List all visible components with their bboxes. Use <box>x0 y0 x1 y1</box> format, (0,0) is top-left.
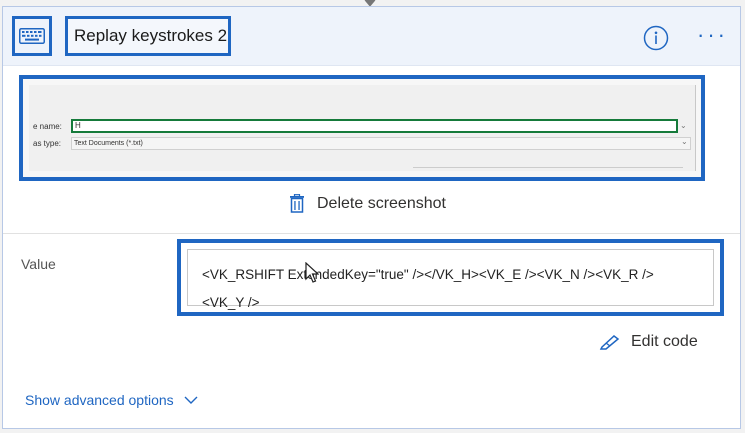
action-header: Replay keystrokes 2 ··· <box>3 7 740 66</box>
edit-code-label: Edit code <box>631 333 698 350</box>
chevron-down-icon <box>184 396 198 404</box>
value-text: <VK_RSHIFT ExtendedKey="true" /></VK_H><… <box>202 261 702 317</box>
edit-code-button[interactable]: Edit code <box>599 333 698 351</box>
trash-icon <box>290 194 304 213</box>
keyboard-icon <box>19 28 45 44</box>
value-input[interactable]: <VK_RSHIFT ExtendedKey="true" /></VK_H><… <box>187 249 714 310</box>
action-card: Replay keystrokes 2 ··· e name: H ⌄ as t… <box>2 6 741 429</box>
chevron-down-icon: ⌄ <box>681 137 688 146</box>
chevron-down-icon: ⌄ <box>680 121 687 130</box>
mouse-cursor-icon <box>305 262 319 283</box>
file-name-field: H <box>71 119 678 133</box>
action-title[interactable]: Replay keystrokes 2 <box>65 16 231 56</box>
save-type-field: Text Documents (*.txt) <box>71 137 691 150</box>
info-icon[interactable] <box>643 25 669 51</box>
value-line-1: <VK_RSHIFT ExtendedKey="true" /></VK_H><… <box>202 267 654 282</box>
show-advanced-options-link[interactable]: Show advanced options <box>25 392 198 408</box>
action-icon-frame <box>12 16 52 56</box>
scrollbar-edge <box>695 85 696 171</box>
more-options-icon[interactable]: ··· <box>697 24 728 46</box>
dialog-buttons-edge <box>413 167 683 168</box>
show-advanced-label: Show advanced options <box>25 392 174 408</box>
pencil-icon <box>599 335 620 350</box>
delete-screenshot-label: Delete screenshot <box>317 194 446 212</box>
file-name-label: e name: <box>33 122 62 131</box>
section-divider <box>3 233 740 234</box>
screenshot-preview: e name: H ⌄ as type: Text Documents (*.t… <box>19 75 705 181</box>
value-label: Value <box>21 256 56 272</box>
screenshot-image: e name: H ⌄ as type: Text Documents (*.t… <box>29 85 696 171</box>
value-input-frame: <VK_RSHIFT ExtendedKey="true" /></VK_H><… <box>177 239 724 316</box>
save-type-label: as type: <box>33 139 62 148</box>
value-line-2: <VK_Y /> <box>202 295 260 310</box>
delete-screenshot-button[interactable]: Delete screenshot <box>289 194 446 213</box>
